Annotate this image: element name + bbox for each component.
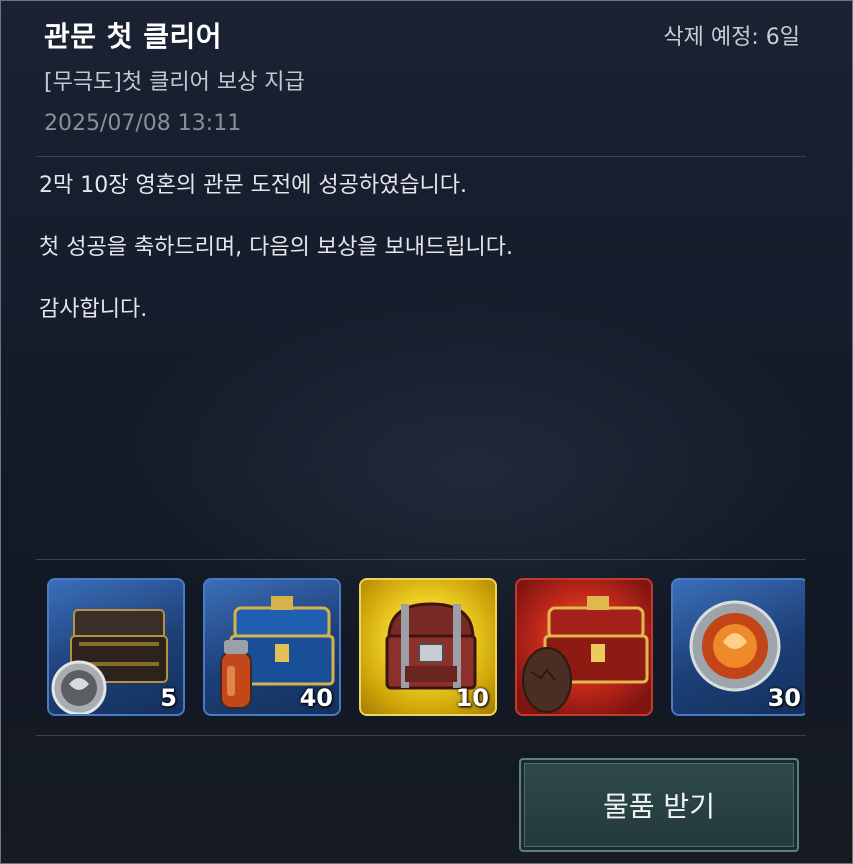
header-divider bbox=[36, 156, 806, 157]
mail-body: 2막 10장 영혼의 관문 도전에 성공하였습니다. 첫 성공을 축하드리며, … bbox=[39, 171, 799, 357]
reward-item-dark-chest[interactable]: 5 bbox=[47, 578, 185, 716]
reward-quantity: 30 bbox=[767, 684, 801, 712]
reward-item-treasure-chest[interactable]: 10 bbox=[359, 578, 497, 716]
mail-title: 관문 첫 클리어 bbox=[44, 20, 223, 53]
receive-items-button[interactable]: 물품 받기 bbox=[519, 758, 799, 852]
reward-quantity: 10 bbox=[455, 684, 489, 712]
reward-item-blue-chest[interactable]: 40 bbox=[203, 578, 341, 716]
mail-date: 2025/07/08 13:11 bbox=[44, 111, 242, 136]
reward-item-red-chest[interactable] bbox=[515, 578, 653, 716]
reward-item-fire-orb[interactable]: 30 bbox=[671, 578, 805, 716]
mail-sender: [무극도]첫 클리어 보상 지급 bbox=[44, 70, 305, 95]
body-line: 감사합니다. bbox=[39, 297, 148, 322]
delete-countdown: 삭제 예정: 6일 bbox=[663, 25, 800, 50]
mail-detail-panel: 관문 첫 클리어 삭제 예정: 6일 [무극도]첫 클리어 보상 지급 2025… bbox=[0, 0, 853, 864]
rewards-list[interactable]: 5 40 10 30 bbox=[47, 578, 805, 718]
reward-quantity: 40 bbox=[299, 684, 333, 712]
rewards-top-divider bbox=[36, 559, 806, 560]
reward-quantity: 5 bbox=[160, 684, 177, 712]
rewards-bottom-divider bbox=[36, 735, 806, 736]
body-line: 2막 10장 영혼의 관문 도전에 성공하였습니다. bbox=[39, 173, 468, 198]
body-line: 첫 성공을 축하드리며, 다음의 보상을 보내드립니다. bbox=[39, 235, 513, 260]
red-chest-egg-icon bbox=[522, 596, 649, 713]
